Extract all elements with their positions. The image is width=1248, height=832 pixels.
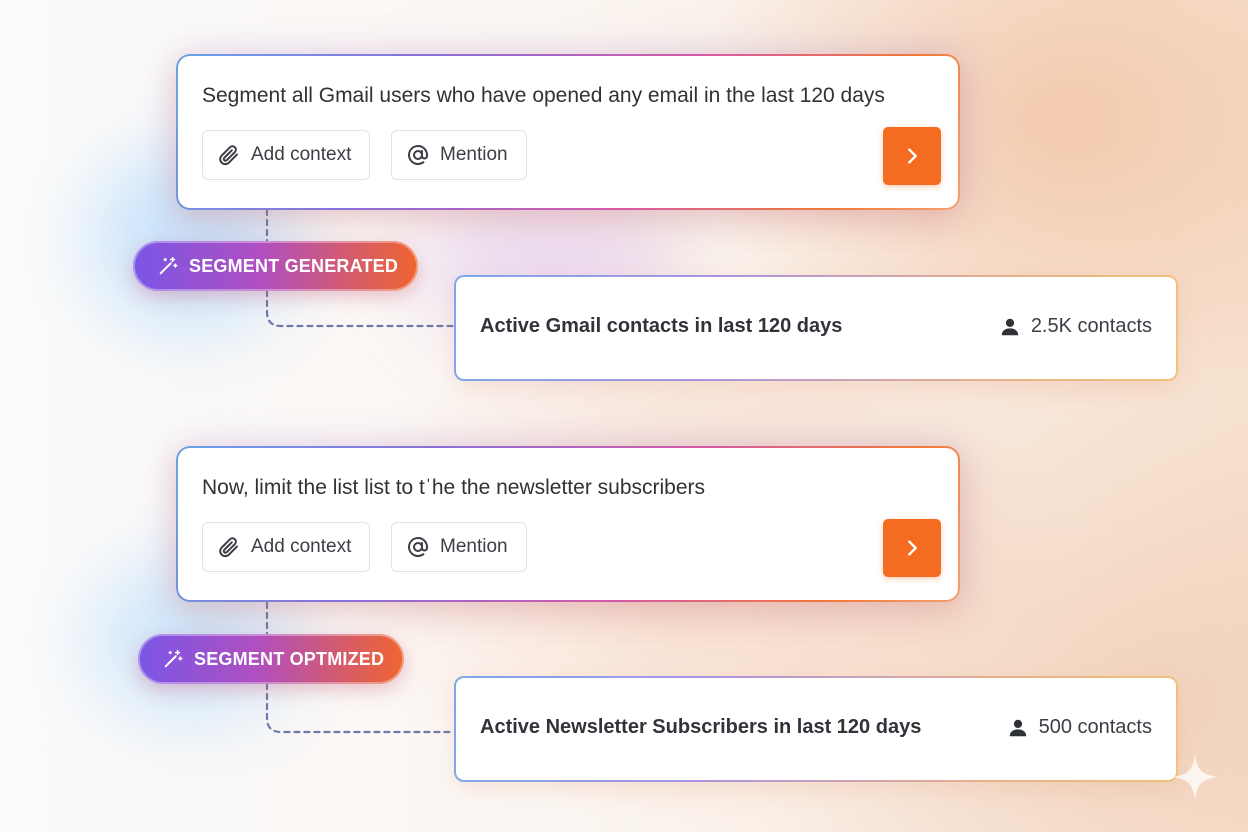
- add-context-label: Add context: [251, 144, 352, 165]
- contact-count: 500 contacts: [1007, 716, 1152, 739]
- person-icon: [1009, 719, 1026, 736]
- at-sign-icon: [408, 537, 428, 557]
- mention-label: Mention: [440, 536, 508, 557]
- paperclip-icon: [219, 145, 238, 166]
- magic-wand-icon: [164, 649, 183, 668]
- magic-wand-icon: [159, 256, 178, 275]
- badge-label: SEGMENT GENERATED: [189, 255, 399, 276]
- mention-label: Mention: [440, 144, 508, 165]
- add-context-button[interactable]: Add context: [202, 522, 371, 572]
- segment-result-card[interactable]: Active Newsletter Subscribers in last 12…: [454, 676, 1178, 782]
- segment-title: Active Newsletter Subscribers in last 12…: [480, 716, 922, 738]
- send-button[interactable]: [883, 519, 941, 577]
- prompt-card: Now, limit the list list to tˈhe the new…: [176, 446, 960, 602]
- mention-button[interactable]: Mention: [391, 522, 527, 572]
- add-context-button[interactable]: Add context: [202, 130, 371, 180]
- add-context-label: Add context: [251, 536, 352, 557]
- paperclip-icon: [219, 537, 238, 558]
- send-button[interactable]: [883, 127, 941, 185]
- chevron-right-icon: [908, 148, 917, 164]
- contact-count-label: 500 contacts: [1038, 716, 1152, 738]
- connector-line: [265, 682, 456, 734]
- prompt-card: Segment all Gmail users who have opened …: [176, 54, 960, 210]
- person-icon: [1001, 318, 1019, 335]
- sparkle-icon: [1172, 754, 1218, 800]
- segment-result-card[interactable]: Active Gmail contacts in last 120 days 2…: [454, 275, 1178, 381]
- chevron-right-icon: [908, 540, 917, 556]
- badge-label: SEGMENT OPTMIZED: [194, 648, 385, 669]
- segment-title: Active Gmail contacts in last 120 days: [480, 315, 843, 337]
- mention-button[interactable]: Mention: [391, 130, 527, 180]
- prompt-text[interactable]: Now, limit the list list to tˈhe the new…: [202, 476, 705, 500]
- contact-count: 2.5K contacts: [999, 315, 1152, 338]
- contact-count-label: 2.5K contacts: [1030, 315, 1152, 337]
- segment-generated-badge: SEGMENT GENERATED: [133, 241, 419, 291]
- prompt-text[interactable]: Segment all Gmail users who have opened …: [202, 84, 885, 108]
- at-sign-icon: [408, 145, 428, 165]
- connector-line: [265, 289, 456, 328]
- segment-optimized-badge: SEGMENT OPTMIZED: [138, 634, 405, 684]
